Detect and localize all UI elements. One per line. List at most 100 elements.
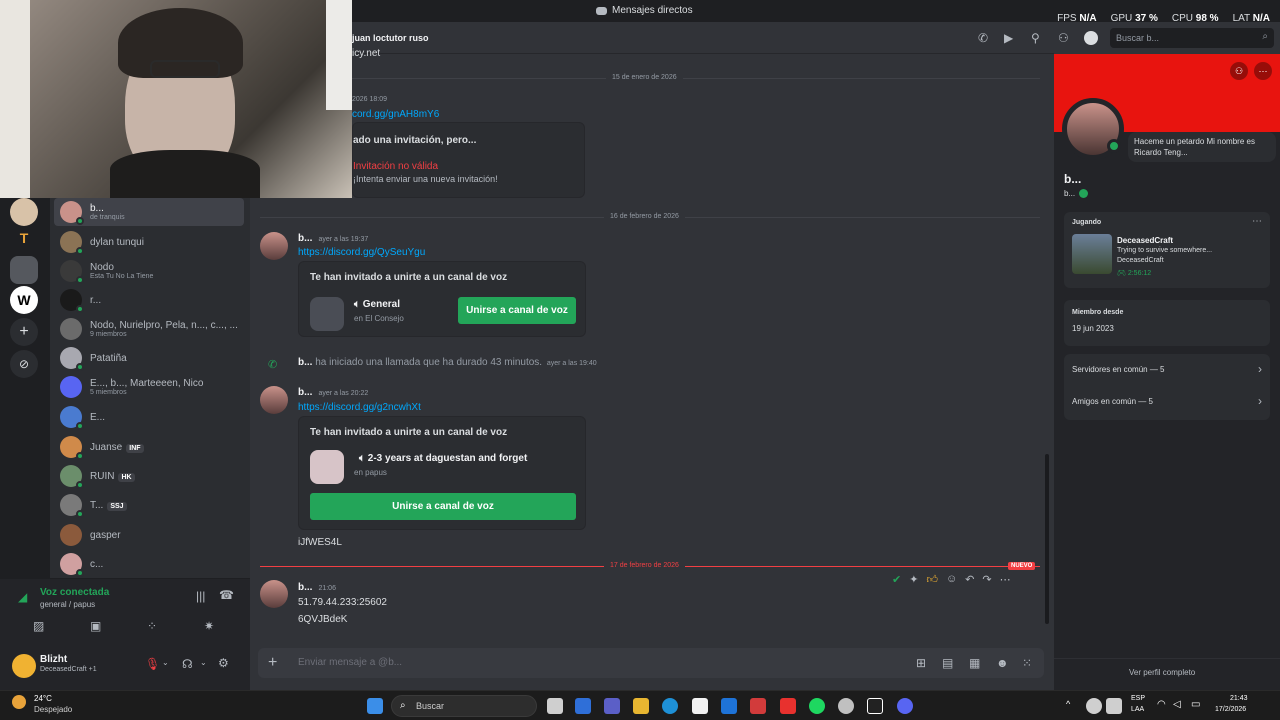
thumbs-up-icon[interactable]: 👍︎ [926,573,938,586]
join-voice-button[interactable]: Unirse a canal de voz [458,297,576,324]
server-icon-4[interactable]: W [10,286,38,314]
dm-item[interactable]: Nodo, Nurielpro, Pela, n..., c..., ... 9 … [54,315,244,343]
chevron-right-icon[interactable]: › [1258,362,1262,376]
mutual-servers[interactable]: Servidores en común — 5 [1072,365,1165,374]
store-icon[interactable] [692,698,708,714]
weather-icon[interactable] [12,695,26,709]
screen-share-icon[interactable]: ▣ [90,619,101,633]
headset-icon[interactable]: ☊ [182,657,193,671]
pin-icon[interactable]: ⚲ [1031,31,1040,45]
dm-item[interactable]: E... [54,403,244,431]
message-avatar[interactable] [260,232,288,260]
weather-desc[interactable]: Despejado [34,705,72,714]
signal-icon[interactable]: ◢ [18,590,27,604]
edge-icon[interactable] [662,698,678,714]
explore-icon[interactable]: ⊘ [10,350,38,378]
profile-toggle-icon[interactable] [1084,31,1098,45]
invite-link[interactable]: https://discord.gg/g2ncwhXt [298,402,421,413]
dm-item[interactable]: b... de tranquis [54,198,244,226]
message-composer[interactable]: + Enviar mensaje a @b... ⊞ ▤ ▦ ☻ ⁙ [258,648,1044,678]
settings-gear-icon[interactable]: ⚙ [218,656,229,670]
server-icon-2[interactable]: T [10,224,38,252]
clock-time[interactable]: 21:43 [1230,695,1248,702]
volume-icon[interactable]: ◁ [1173,699,1181,710]
chevron-down-icon[interactable]: ⌄ [162,658,169,667]
activities-icon[interactable]: ⁘ [147,619,157,633]
message-avatar[interactable] [260,386,288,414]
mute-icon[interactable]: 🎙 [145,657,160,671]
language-indicator[interactable]: ESP [1131,695,1145,702]
discord-taskbar-icon[interactable] [897,698,913,714]
battery-icon[interactable]: ▭ [1191,699,1200,710]
app-icon[interactable] [867,698,883,714]
user-name[interactable]: Blizht [40,654,67,665]
add-reaction-icon[interactable]: ☺ [946,573,957,585]
invite-link[interactable]: https://discord.gg/QySeuYgu [298,247,425,258]
profile-avatar[interactable] [1062,98,1124,160]
dm-item[interactable]: RUIN HK [54,462,244,490]
gif-icon[interactable]: ▤ [942,656,953,670]
video-call-icon[interactable]: ▶ [1004,31,1013,45]
chat-scrollbar[interactable] [1045,454,1049,624]
check-reaction-icon[interactable]: ✔ [892,573,901,586]
windows-start-icon[interactable] [367,698,383,714]
dm-item[interactable]: Juanse INF [54,433,244,461]
noise-suppression-icon[interactable]: ||| [196,589,205,603]
invite-link[interactable]: cord.gg/gnAH8mY6 [352,109,439,120]
user-avatar[interactable] [12,654,36,678]
more-icon[interactable]: ⋯ [1254,62,1272,80]
app-icon[interactable] [721,698,737,714]
tray-icon[interactable] [1106,698,1122,714]
app-icon[interactable] [750,698,766,714]
dm-item[interactable]: T... SSJ [54,491,244,519]
forward-icon[interactable]: ↷ [982,573,991,586]
clock-date[interactable]: 17/2/2026 [1215,706,1246,713]
message-author[interactable]: b... ayer a las 19:37 [298,233,368,244]
more-icon[interactable]: ⋯ [1000,573,1011,586]
teams-icon[interactable] [604,698,620,714]
message-avatar[interactable] [260,580,288,608]
sticker-icon[interactable]: ▦ [969,656,980,670]
app-icon[interactable] [838,698,854,714]
app-icon[interactable] [780,698,796,714]
message-author[interactable]: b... 21:06 [298,582,336,593]
voice-call-icon[interactable]: ✆ [978,31,988,45]
message-author[interactable]: b... ayer a las 20:22 [298,387,368,398]
search-box[interactable]: Buscar b... ⌕ [1110,28,1274,48]
dm-item[interactable]: E..., b..., Marteeeen, Nico 5 miembros [54,373,244,401]
voice-channel[interactable]: general / papus [40,600,95,609]
chevron-down-icon[interactable]: ⌄ [200,658,207,667]
add-friend-icon[interactable]: ⚇ [1058,31,1069,45]
file-explorer-icon[interactable] [633,698,649,714]
dm-item[interactable]: r... [54,286,244,314]
view-full-profile-link[interactable]: Ver perfil completo [1129,668,1195,677]
spotify-icon[interactable] [809,698,825,714]
join-voice-button[interactable]: Unirse a canal de voz [310,493,576,520]
add-server-icon[interactable]: + [10,318,38,346]
chevron-right-icon[interactable]: › [1258,394,1262,408]
language-layout[interactable]: LAA [1131,706,1144,713]
tray-icon[interactable] [1086,698,1102,714]
soundboard-icon[interactable]: ✷ [204,619,214,633]
dm-item[interactable]: dylan tunqui [54,228,244,256]
dm-item[interactable]: gasper [54,521,244,549]
gift-icon[interactable]: ⊞ [916,656,926,670]
app-icon[interactable] [575,698,591,714]
chevron-up-icon[interactable]: ^ [1066,699,1070,709]
dm-item[interactable]: c... [54,550,244,578]
apps-icon[interactable]: ⁙ [1022,656,1032,670]
dm-item[interactable]: Nodo Esta Tu No La Tiene [54,257,244,285]
server-icon-1[interactable] [10,198,38,226]
dm-item[interactable]: Patatiña [54,344,244,372]
disconnect-icon[interactable]: ☎ [219,588,234,602]
reaction-icon[interactable]: ✦ [909,573,918,586]
weather-temp[interactable]: 24°C [34,694,52,703]
reply-icon[interactable]: ↶ [965,573,974,586]
voice-status[interactable]: Voz conectada [40,587,109,598]
add-attachment-icon[interactable]: + [268,654,277,672]
more-icon[interactable]: ⋯ [1252,216,1262,227]
task-view-icon[interactable] [547,698,563,714]
camera-off-icon[interactable]: ▨ [33,619,44,633]
wifi-icon[interactable]: ◠ [1157,699,1166,710]
server-icon-3[interactable] [10,256,38,284]
